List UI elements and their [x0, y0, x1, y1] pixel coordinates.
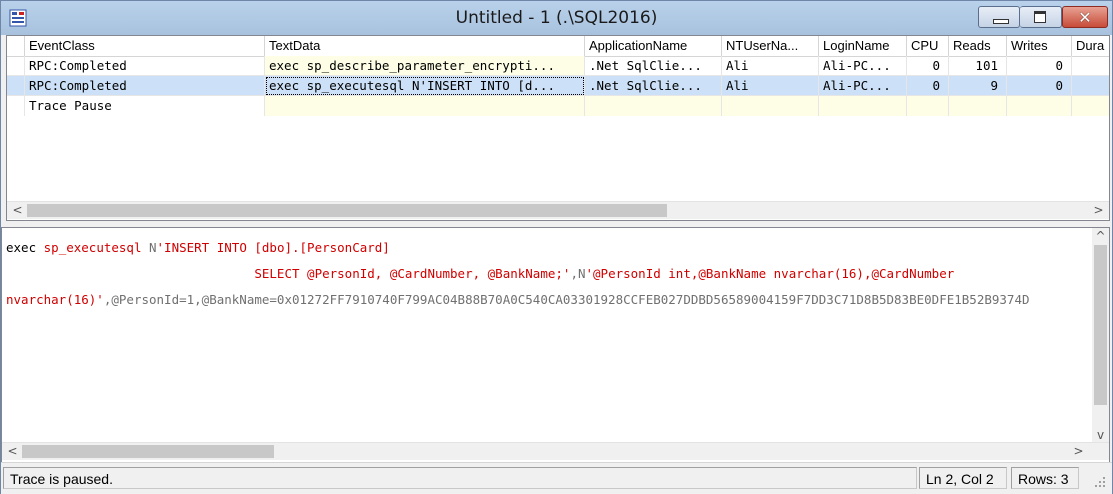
cell-duration [1072, 56, 1109, 76]
column-header-ntusername[interactable]: NTUserNa... [722, 36, 819, 56]
scroll-right-icon[interactable]: > [1070, 443, 1087, 460]
scrollbar-thumb[interactable] [22, 445, 274, 458]
detail-horizontal-scrollbar[interactable]: < > [2, 442, 1109, 460]
cell-reads [949, 96, 1007, 116]
minimize-icon [993, 19, 1009, 24]
cell-writes [1007, 96, 1072, 116]
cell-loginname [819, 96, 907, 116]
sql-params: ,@PersonId=1,@BankName=0x01272FF7910740F… [103, 292, 1030, 307]
trace-grid: EventClass TextData ApplicationName NTUs… [6, 35, 1110, 221]
row-selector[interactable] [7, 56, 25, 76]
cell-eventclass: RPC:Completed [25, 56, 265, 76]
row-selector[interactable] [7, 76, 25, 96]
scrollbar-thumb[interactable] [27, 204, 667, 217]
column-header-duration[interactable]: Dura [1072, 36, 1109, 56]
sql-line-2: SELECT @PersonId, @CardNumber, @BankName… [6, 267, 1030, 280]
scroll-left-icon[interactable]: < [4, 443, 21, 460]
sql-string: nvarchar(16)' [6, 292, 104, 307]
cell-ntusername: Ali [722, 76, 819, 96]
cell-writes: 0 [1007, 56, 1072, 76]
table-row[interactable]: Trace Pause [7, 96, 1109, 116]
sql-text: exec sp_executesql N'INSERT INTO [dbo].[… [6, 228, 1030, 332]
cell-textdata: exec sp_executesql N'INSERT INTO [d... [265, 76, 585, 96]
cell-reads: 9 [949, 76, 1007, 96]
text-data-detail-pane[interactable]: exec sp_executesql N'INSERT INTO [dbo].[… [1, 227, 1110, 463]
cell-loginname: Ali-PC... [819, 76, 907, 96]
grid-header: EventClass TextData ApplicationName NTUs… [7, 36, 1109, 57]
status-message: Trace is paused. [3, 467, 917, 489]
row-selector[interactable] [7, 96, 25, 116]
cell-writes: 0 [1007, 76, 1072, 96]
sql-line-3: nvarchar(16)',@PersonId=1,@BankName=0x01… [6, 293, 1030, 306]
sql-unicode-prefix: N [149, 240, 157, 255]
column-header-cpu[interactable]: CPU [907, 36, 949, 56]
column-header-writes[interactable]: Writes [1007, 36, 1072, 56]
cell-eventclass: Trace Pause [25, 96, 265, 116]
maximize-icon [1034, 11, 1046, 23]
scroll-right-icon[interactable]: > [1090, 202, 1107, 219]
row-header-corner [7, 36, 25, 56]
column-header-applicationname[interactable]: ApplicationName [585, 36, 722, 56]
cell-eventclass: RPC:Completed [25, 76, 265, 96]
column-header-loginname[interactable]: LoginName [819, 36, 907, 56]
cell-loginname: Ali-PC... [819, 56, 907, 76]
maximize-button[interactable] [1020, 6, 1062, 28]
cell-applicationname: .Net SqlClie... [585, 56, 722, 76]
cell-textdata [265, 96, 585, 116]
column-header-reads[interactable]: Reads [949, 36, 1007, 56]
column-header-textdata[interactable]: TextData [265, 36, 585, 56]
cell-ntusername [722, 96, 819, 116]
sql-indent [6, 266, 254, 281]
minimize-button[interactable] [978, 6, 1020, 28]
detail-vertical-scrollbar[interactable]: ^ v [1092, 228, 1109, 444]
cell-reads: 101 [949, 56, 1007, 76]
window-title: Untitled - 1 (.\SQL2016) [455, 8, 658, 28]
cell-cpu [907, 96, 949, 116]
close-icon: ✕ [1078, 8, 1092, 27]
resize-grip-icon[interactable] [1093, 475, 1107, 489]
cell-cpu: 0 [907, 56, 949, 76]
cell-cpu: 0 [907, 76, 949, 96]
table-row[interactable]: RPC:Completed exec sp_describe_parameter… [7, 56, 1109, 76]
table-row-selected[interactable]: RPC:Completed exec sp_executesql N'INSER… [7, 76, 1109, 96]
sql-keyword: exec [6, 240, 44, 255]
cell-applicationname [585, 96, 722, 116]
status-bar: Trace is paused. Ln 2, Col 2 Rows: 3 [1, 462, 1112, 494]
column-header-eventclass[interactable]: EventClass [25, 36, 265, 56]
cell-duration [1072, 96, 1109, 116]
sql-unicode-prefix: N [577, 266, 586, 281]
sql-string: SELECT @PersonId, @CardNumber, @BankName… [254, 266, 571, 281]
sql-proc-name: sp_executesql [43, 240, 149, 255]
sql-comma: , [570, 266, 578, 281]
scroll-up-icon[interactable]: ^ [1092, 228, 1109, 245]
cell-textdata: exec sp_describe_parameter_encrypti... [265, 56, 585, 76]
cell-duration [1072, 76, 1109, 96]
scroll-left-icon[interactable]: < [9, 202, 26, 219]
sql-string: '@PersonId int,@BankName nvarchar(16),@C… [585, 266, 955, 281]
sql-line-1: exec sp_executesql N'INSERT INTO [dbo].[… [6, 241, 1030, 254]
scrollbar-thumb[interactable] [1094, 245, 1107, 405]
sql-string: 'INSERT INTO [dbo].[PersonCard] [156, 240, 390, 255]
status-row-count: Rows: 3 [1011, 467, 1079, 489]
title-bar[interactable]: Untitled - 1 (.\SQL2016) ✕ [1, 1, 1112, 35]
cell-ntusername: Ali [722, 56, 819, 76]
profiler-trace-window: Untitled - 1 (.\SQL2016) ✕ EventClass Te… [0, 0, 1113, 494]
close-button[interactable]: ✕ [1062, 6, 1108, 28]
grid-horizontal-scrollbar[interactable]: < > [7, 201, 1109, 219]
status-cursor-position: Ln 2, Col 2 [919, 467, 1007, 489]
cell-applicationname: .Net SqlClie... [585, 76, 722, 96]
